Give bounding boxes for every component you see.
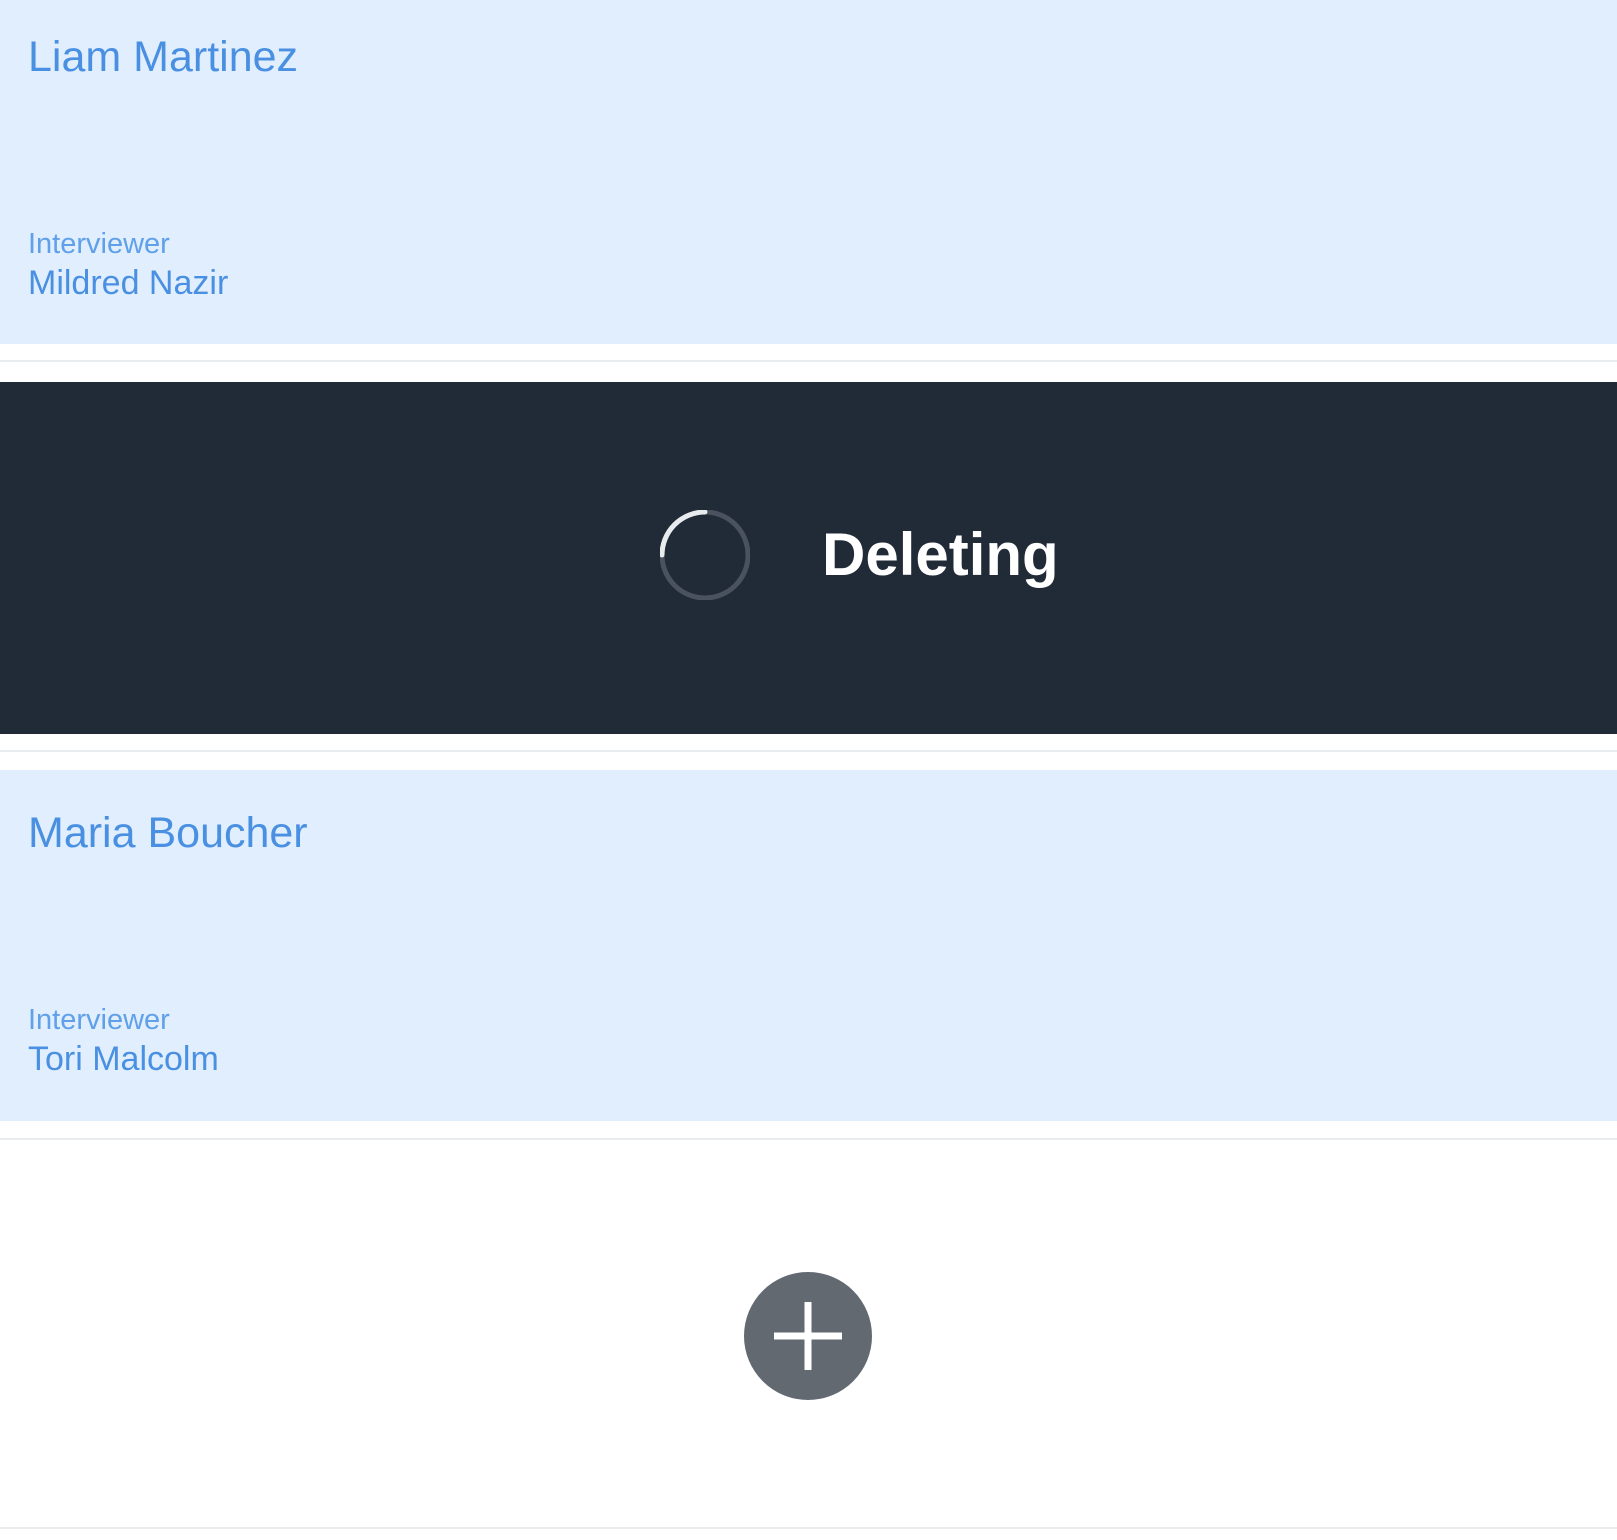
interviewer-label: Interviewer	[28, 1004, 170, 1036]
candidate-name: Liam Martinez	[28, 33, 299, 81]
candidate-card[interactable]: Liam Martinez Interviewer Mildred Nazir	[0, 0, 1617, 344]
candidate-name: Maria Boucher	[28, 809, 308, 857]
interviewer-name: Mildred Nazir	[28, 264, 229, 302]
spinner-icon	[660, 510, 750, 600]
divider	[0, 1527, 1617, 1529]
divider	[0, 360, 1617, 362]
candidate-card[interactable]: Maria Boucher Interviewer Tori Malcolm	[0, 770, 1617, 1121]
add-area	[0, 1140, 1617, 1528]
deleting-overlay: Deleting	[0, 382, 1617, 734]
add-button[interactable]	[744, 1272, 872, 1400]
deleting-status-text: Deleting	[822, 521, 1059, 588]
interviewer-label: Interviewer	[28, 228, 170, 260]
plus-icon	[774, 1302, 842, 1370]
candidate-list: Liam Martinez Interviewer Mildred Nazir …	[0, 0, 1617, 1540]
divider	[0, 750, 1617, 752]
interviewer-name: Tori Malcolm	[28, 1040, 219, 1078]
